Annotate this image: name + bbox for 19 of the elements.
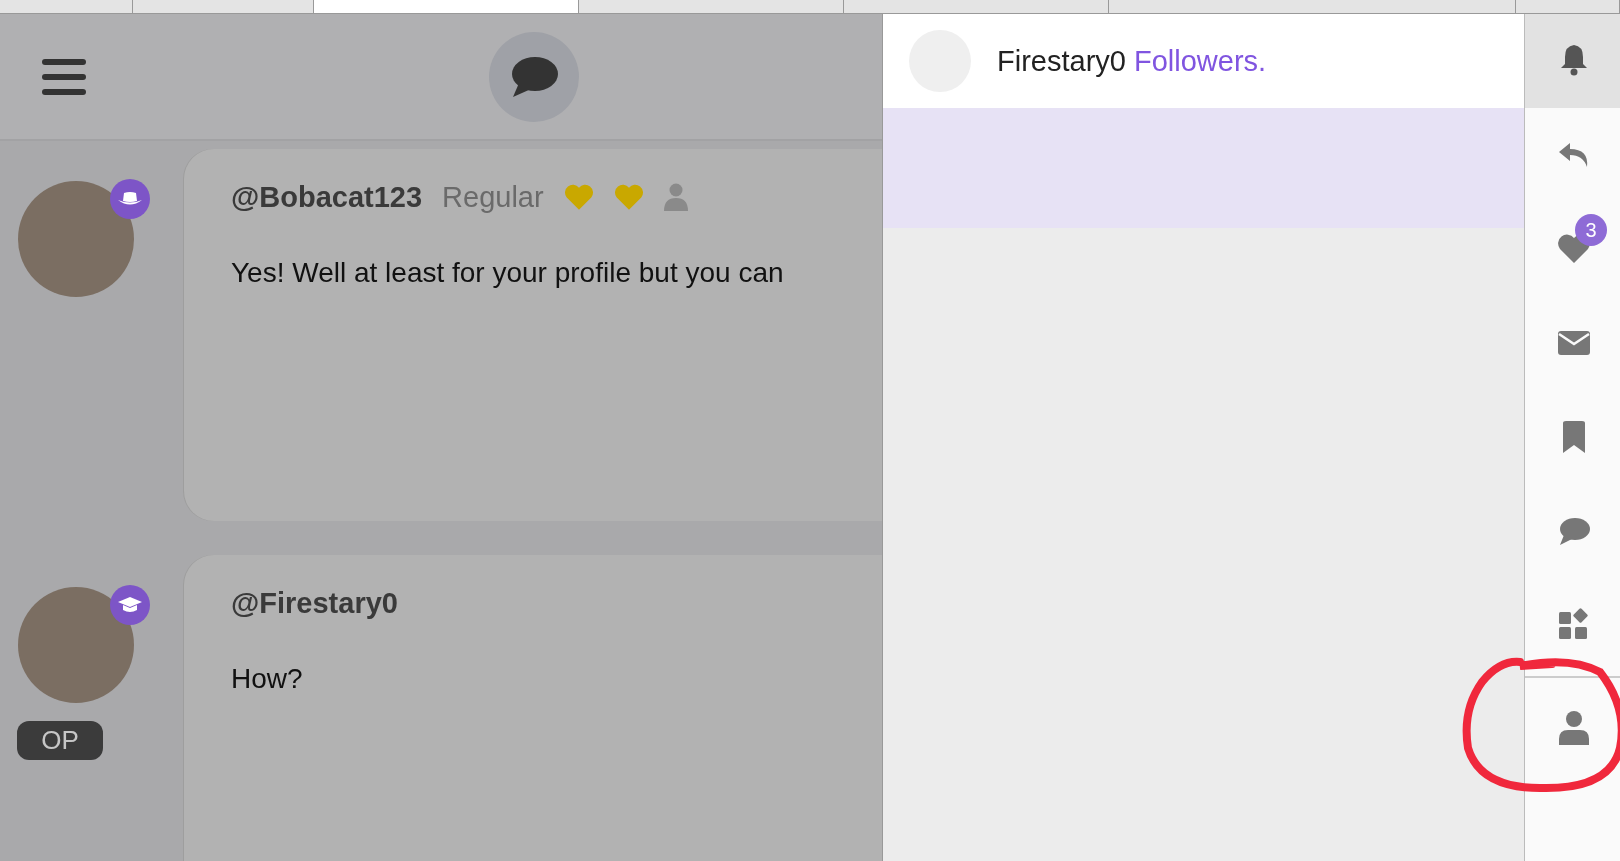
menu-icon[interactable]: [42, 58, 86, 95]
op-label: OP: [17, 721, 103, 760]
post-text: Yes! Well at least for your profile but you can: [231, 257, 785, 289]
heart-button[interactable]: 3: [1525, 202, 1620, 296]
count-badge: 3: [1575, 214, 1607, 246]
username[interactable]: @Firestary0: [231, 586, 398, 620]
person-icon: [1556, 711, 1591, 745]
chat-bubble-icon: [509, 55, 559, 99]
hat-icon: [110, 179, 150, 219]
widgets-icon: [1556, 608, 1591, 642]
bell-button[interactable]: [1525, 14, 1620, 108]
person-icon[interactable]: [663, 183, 688, 211]
heart-icon: [613, 183, 644, 211]
post-text: How?: [231, 663, 304, 695]
notification-text: Firestary0 Followers.: [997, 44, 1267, 78]
username[interactable]: @Bobacat123: [231, 180, 423, 214]
graduation-cap-icon: [110, 585, 150, 625]
heart-icon: [563, 183, 594, 211]
user-role: Regular: [442, 180, 544, 214]
